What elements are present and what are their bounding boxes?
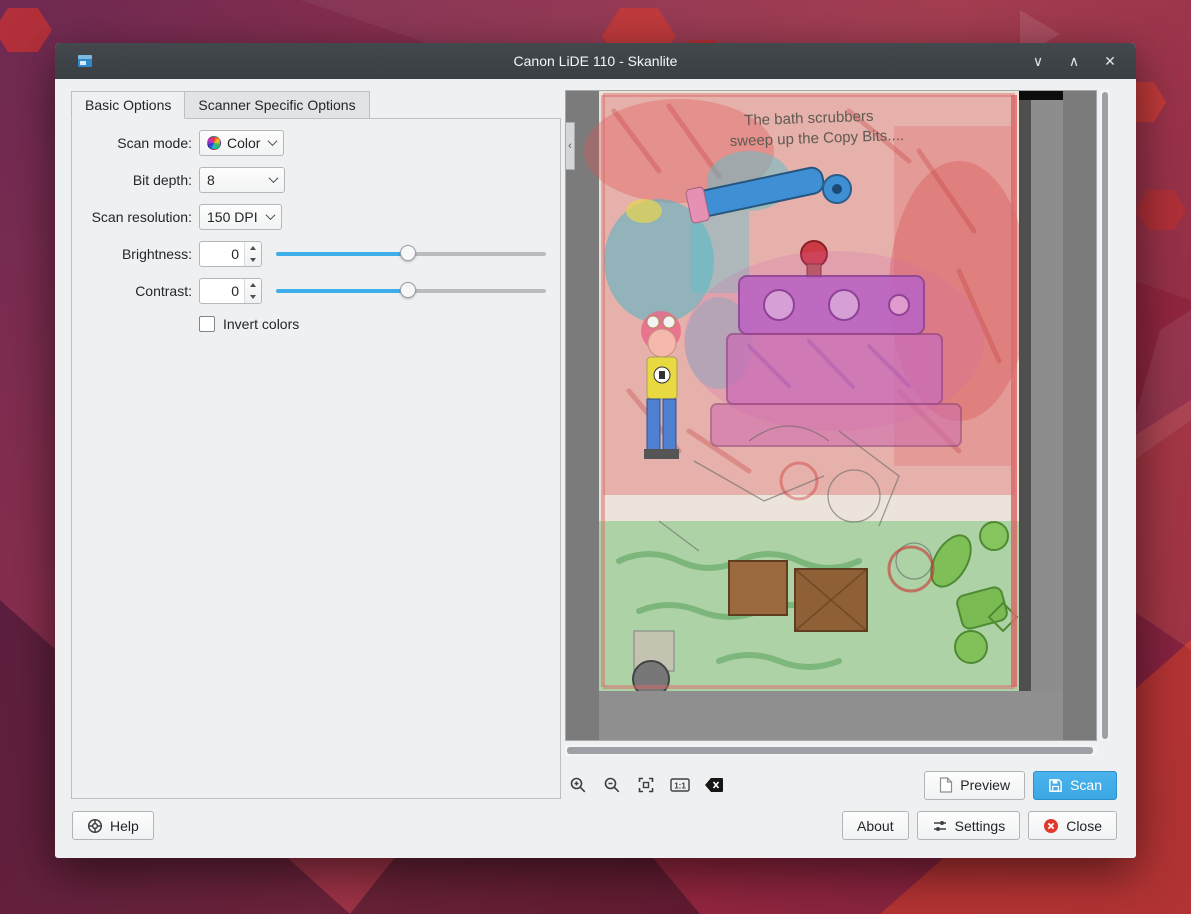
contrast-slider-handle[interactable] (400, 282, 416, 298)
vertical-scrollbar-handle[interactable] (1102, 92, 1108, 739)
scan-resolution-row: Scan resolution: 150 DPI (72, 203, 560, 230)
close-icon (1043, 818, 1059, 834)
maximize-icon[interactable]: ∧ (1066, 53, 1082, 69)
zoom-in-button[interactable] (565, 772, 591, 798)
invert-colors-row: Invert colors (199, 314, 560, 334)
contrast-spin-buttons (244, 279, 261, 303)
scan-resolution-combobox[interactable]: 150 DPI (199, 204, 282, 230)
bit-depth-row: Bit depth: 8 (72, 166, 560, 193)
zoom-actual-size-button[interactable]: 1:1 (667, 772, 693, 798)
contrast-spinbox[interactable]: 0 (199, 278, 262, 304)
preview-toolbar: 1:1 Preview (565, 770, 1117, 800)
preview-button-label: Preview (960, 777, 1010, 793)
preview-area: The bath scrubbers sweep up the Copy Bit… (565, 90, 1110, 741)
scan-mode-value: Color (227, 135, 260, 151)
zoom-out-icon (603, 776, 621, 794)
chevron-down-icon (265, 210, 275, 220)
chevron-down-icon (269, 173, 279, 183)
spin-down-button[interactable] (245, 254, 261, 266)
settings-button-label: Settings (955, 818, 1006, 834)
color-wheel-icon (207, 136, 221, 150)
horizontal-scrollbar-handle[interactable] (567, 747, 1093, 754)
bit-depth-label: Bit depth: (72, 172, 192, 188)
skanlite-window: Canon LiDE 110 - Skanlite ∨ ∧ ✕ Basic Op… (55, 43, 1136, 858)
tab-basic-options[interactable]: Basic Options (71, 91, 185, 119)
brightness-slider (276, 240, 546, 267)
close-window-icon[interactable]: ✕ (1102, 53, 1118, 69)
collapse-left-icon: ‹ (568, 140, 572, 152)
svg-text:1:1: 1:1 (674, 782, 686, 791)
contrast-row: Contrast: 0 (72, 277, 560, 304)
help-button-label: Help (110, 818, 139, 834)
zoom-fit-icon (637, 776, 655, 794)
bottom-bar: Help About Settings (55, 811, 1136, 857)
brightness-spinbox[interactable]: 0 (199, 241, 262, 267)
brightness-slider-handle[interactable] (400, 245, 416, 261)
spin-up-button[interactable] (245, 242, 261, 254)
zoom-fit-button[interactable] (633, 772, 659, 798)
contrast-label: Contrast: (72, 283, 192, 299)
spin-down-button[interactable] (245, 291, 261, 303)
minimize-icon[interactable]: ∨ (1030, 53, 1046, 69)
clear-selections-button[interactable] (701, 772, 727, 798)
settings-button[interactable]: Settings (917, 811, 1021, 840)
close-button[interactable]: Close (1028, 811, 1117, 840)
window-content: Basic Options Scanner Specific Options S… (55, 79, 1136, 858)
about-button-label: About (857, 818, 894, 834)
scan-mode-combobox[interactable]: Color (199, 130, 284, 156)
help-button[interactable]: Help (72, 811, 154, 840)
spin-up-button[interactable] (245, 279, 261, 291)
preview-viewport[interactable]: The bath scrubbers sweep up the Copy Bit… (565, 90, 1097, 741)
brightness-value[interactable]: 0 (200, 242, 244, 266)
bit-depth-value: 8 (207, 172, 215, 188)
scan-options-form: Scan mode: Color Bit depth: 8 (72, 119, 560, 334)
invert-colors-label[interactable]: Invert colors (223, 316, 299, 332)
settings-sliders-icon (932, 818, 948, 834)
options-tabbar: Basic Options Scanner Specific Options (71, 91, 370, 119)
scan-preview-image: The bath scrubbers sweep up the Copy Bit… (566, 91, 1096, 740)
chevron-down-icon (268, 136, 278, 146)
preview-horizontal-scrollbar[interactable] (565, 745, 1097, 756)
tab-scanner-specific-options[interactable]: Scanner Specific Options (185, 91, 369, 119)
scan-button[interactable]: Scan (1033, 771, 1117, 800)
app-icon[interactable] (77, 53, 93, 69)
brightness-label: Brightness: (72, 246, 192, 262)
scan-resolution-label: Scan resolution: (72, 209, 192, 225)
document-preview-icon (939, 777, 953, 793)
preview-vertical-scrollbar[interactable] (1100, 90, 1110, 741)
bit-depth-combobox[interactable]: 8 (199, 167, 285, 193)
contrast-value[interactable]: 0 (200, 279, 244, 303)
zoom-actual-size-icon: 1:1 (670, 776, 690, 794)
splitter-handle[interactable]: ‹ (566, 122, 575, 170)
scan-mode-row: Scan mode: Color (72, 129, 560, 156)
window-title: Canon LiDE 110 - Skanlite (55, 53, 1136, 69)
preview-button[interactable]: Preview (924, 771, 1025, 800)
brightness-row: Brightness: 0 (72, 240, 560, 267)
titlebar[interactable]: Canon LiDE 110 - Skanlite ∨ ∧ ✕ (55, 43, 1136, 79)
zoom-in-icon (569, 776, 587, 794)
scan-mode-label: Scan mode: (72, 135, 192, 151)
close-button-label: Close (1066, 818, 1102, 834)
scan-button-label: Scan (1070, 777, 1102, 793)
brightness-spin-buttons (244, 242, 261, 266)
titlebar-controls: ∨ ∧ ✕ (1030, 53, 1136, 69)
scan-resolution-value: 150 DPI (207, 209, 258, 225)
desktop-background: Canon LiDE 110 - Skanlite ∨ ∧ ✕ Basic Op… (0, 0, 1191, 914)
invert-colors-checkbox[interactable] (199, 316, 215, 332)
help-icon (87, 818, 103, 834)
basic-options-pane: Scan mode: Color Bit depth: 8 (71, 118, 561, 799)
contrast-slider (276, 277, 546, 304)
zoom-out-button[interactable] (599, 772, 625, 798)
about-button[interactable]: About (842, 811, 909, 840)
clear-selections-icon (704, 777, 724, 793)
save-scan-icon (1048, 778, 1063, 793)
